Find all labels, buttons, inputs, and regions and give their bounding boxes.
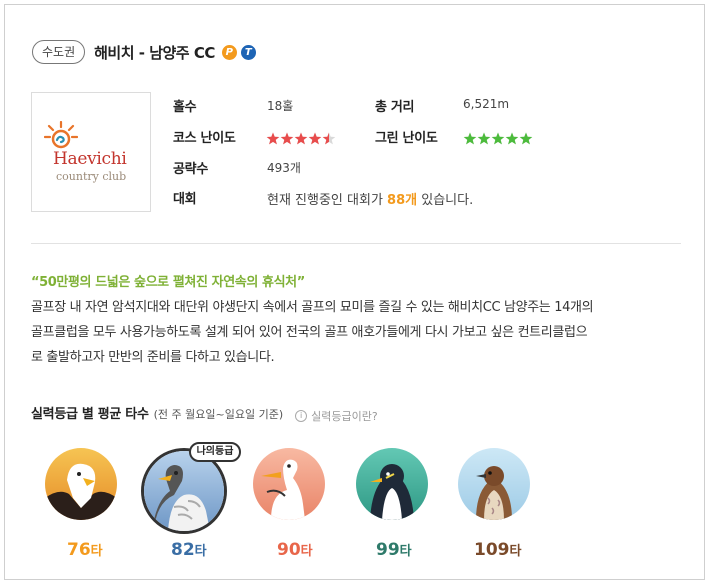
logo-name: Haevichi xyxy=(53,149,127,169)
grade-unit: 타 xyxy=(399,544,412,559)
star-icon xyxy=(294,132,308,145)
star-icon xyxy=(308,132,322,145)
grade-header: 실력등급 별 평균 타수 (전 주 월요일~일요일 기준) i 실력등급이란? xyxy=(31,403,378,424)
description-body: 골프장 내 자연 암석지대와 대단위 야생단지 속에서 골프의 묘미를 즐길 수… xyxy=(31,295,681,370)
star-icon xyxy=(505,132,519,145)
grade-help-link[interactable]: i 실력등급이란? xyxy=(295,408,378,424)
grade-level-90[interactable]: 90타 xyxy=(253,448,333,560)
star-icon xyxy=(463,132,477,145)
grade-unit: 타 xyxy=(90,544,103,559)
grade-help-label: 실력등급이란? xyxy=(311,410,378,423)
penguin-icon xyxy=(356,448,428,520)
course-card: 수도권 해비치 - 남양주 CC P T Haevichi country cl… xyxy=(4,4,705,580)
grade-unit: 타 xyxy=(300,544,313,559)
tournament-prefix: 현재 진행중인 대회가 xyxy=(267,193,388,208)
region-tag[interactable]: 수도권 xyxy=(32,40,86,64)
heron-icon xyxy=(253,448,325,520)
holes-value: 18홀 xyxy=(267,99,294,113)
star-icon xyxy=(322,132,336,145)
star-icon xyxy=(491,132,505,145)
grade-score: 90 xyxy=(277,540,301,560)
grade-score: 109 xyxy=(474,540,510,560)
grade-level-99[interactable]: 99타 xyxy=(356,448,436,560)
section-divider xyxy=(31,243,681,244)
grade-score: 76 xyxy=(67,540,91,560)
grade-score: 99 xyxy=(376,540,400,560)
course-title: 해비치 - 남양주 CC xyxy=(94,43,215,62)
grade-score: 82 xyxy=(171,540,195,560)
grade-period: (전 주 월요일~일요일 기준) xyxy=(153,408,284,421)
course-difficulty-label: 코스 난이도 xyxy=(173,131,236,146)
green-difficulty-label: 그린 난이도 xyxy=(375,131,438,146)
grade-unit: 타 xyxy=(194,544,207,559)
description-line: 골프클럽을 모두 사용가능하도록 설계 되어 있어 전국의 골프 애호가들에게 … xyxy=(31,325,588,340)
tournament-label: 대회 xyxy=(173,192,197,207)
info-icon: i xyxy=(295,410,308,422)
distance-value: 6,521m xyxy=(463,97,510,111)
tournament-count[interactable]: 88개 xyxy=(387,193,417,208)
strategy-value: 493개 xyxy=(267,161,301,175)
grade-level-76[interactable]: 76타 xyxy=(45,448,125,560)
tournament-suffix: 있습니다. xyxy=(417,193,474,208)
strategy-label: 공략수 xyxy=(173,162,208,177)
course-header: 수도권 해비치 - 남양주 CC P T xyxy=(32,39,256,65)
star-icon xyxy=(266,132,280,145)
sparrow-icon xyxy=(458,448,530,520)
course-logo: Haevichi country club xyxy=(31,92,151,212)
description-headline: “50만평의 드넓은 숲으로 펼쳐진 자연속의 휴식처” xyxy=(31,275,305,290)
star-icon xyxy=(519,132,533,145)
my-grade-badge: 나의등급 xyxy=(189,442,241,462)
grade-level-109[interactable]: 109타 xyxy=(458,448,538,560)
tournament-text: 현재 진행중인 대회가 88개 있습니다. xyxy=(267,189,473,208)
logo-subtitle: country club xyxy=(56,170,127,183)
holes-label: 홀수 xyxy=(173,100,197,115)
grade-title: 실력등급 별 평균 타수 xyxy=(31,407,149,422)
green-difficulty-stars xyxy=(463,132,533,145)
description-line: 골프장 내 자연 암석지대와 대단위 야생단지 속에서 골프의 묘미를 즐길 수… xyxy=(31,300,594,315)
distance-label: 총 거리 xyxy=(375,100,415,115)
t-badge-icon: T xyxy=(240,44,256,60)
grade-level-82[interactable]: 나의등급 82타 xyxy=(141,442,241,560)
star-icon xyxy=(477,132,491,145)
p-badge-icon: P xyxy=(221,44,237,60)
course-difficulty-stars xyxy=(266,132,336,145)
star-icon xyxy=(280,132,294,145)
sun-swirl-logo-icon xyxy=(44,121,78,149)
eagle-icon xyxy=(45,448,117,520)
description-line: 로 출발하고자 만반의 준비를 다하고 있습니다. xyxy=(31,350,275,365)
grade-unit: 타 xyxy=(509,544,522,559)
